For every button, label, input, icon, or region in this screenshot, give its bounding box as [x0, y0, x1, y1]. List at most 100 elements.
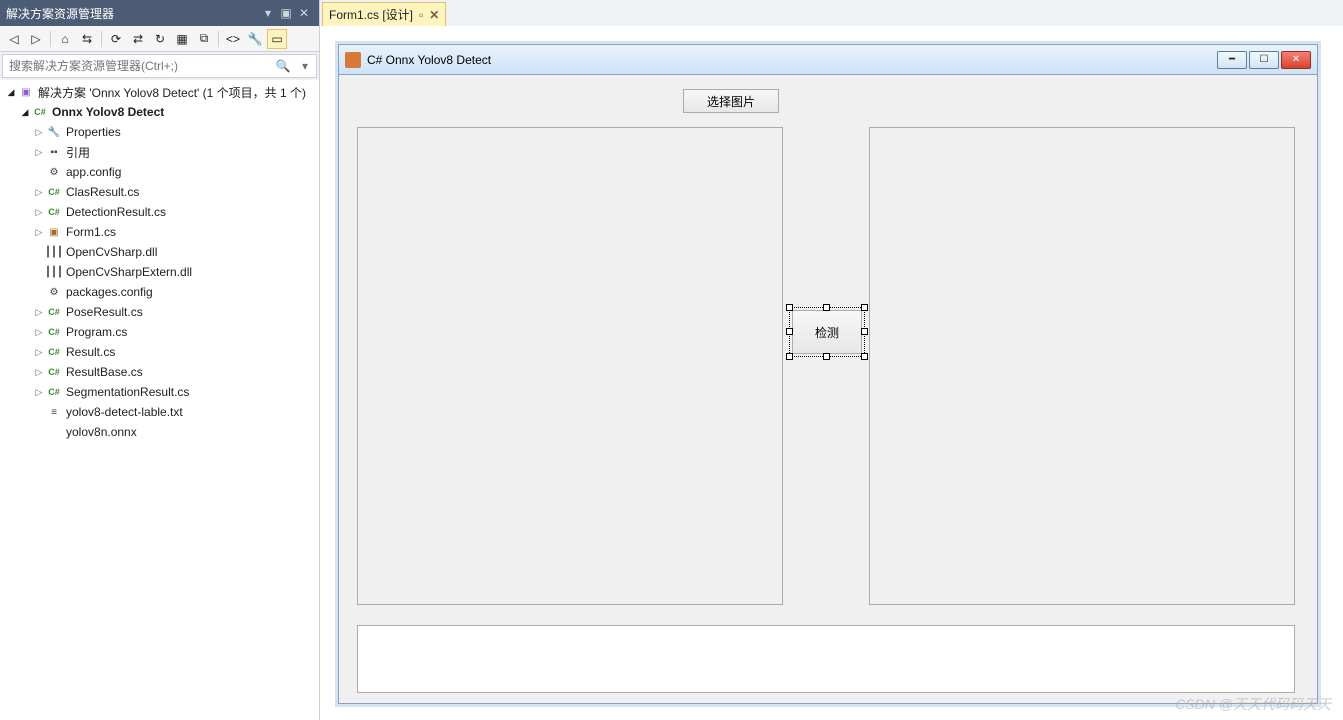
panel-menu-icon[interactable]: ▾	[259, 4, 277, 22]
picturebox-right[interactable]	[869, 127, 1295, 605]
references-icon: ▪▪	[46, 144, 62, 160]
properties-node[interactable]: 🔧 Properties	[0, 122, 319, 142]
node-label: yolov8n.onnx	[66, 425, 137, 439]
expand-icon	[32, 165, 46, 179]
references-node[interactable]: ▪▪ 引用	[0, 142, 319, 162]
solution-node[interactable]: ▣ 解决方案 'Onnx Yolov8 Detect' (1 个项目，共 1 个…	[0, 82, 319, 102]
document-tabstrip: Form1.cs [设计] ▫ ✕	[320, 0, 1343, 26]
opencvsharp-node[interactable]: ┃┃┃ OpenCvSharp.dll	[0, 242, 319, 262]
detectionresult-node[interactable]: C# DetectionResult.cs	[0, 202, 319, 222]
resize-handle[interactable]	[786, 328, 793, 335]
node-label: Properties	[66, 125, 121, 139]
detect-button[interactable]: 检测	[792, 310, 862, 354]
collapse-icon[interactable]: ⇄	[128, 29, 148, 49]
designer-surface[interactable]: C# Onnx Yolov8 Detect ━ ☐ ✕ 选择图片 检测	[320, 26, 1343, 720]
tab-form1-design[interactable]: Form1.cs [设计] ▫ ✕	[322, 2, 446, 26]
expand-icon[interactable]	[32, 125, 46, 139]
forward-icon[interactable]: ▷	[26, 29, 46, 49]
poseresult-node[interactable]: C# PoseResult.cs	[0, 302, 319, 322]
node-label: ResultBase.cs	[66, 365, 143, 379]
segmentationresult-node[interactable]: C# SegmentationResult.cs	[0, 382, 319, 402]
packagesconfig-node[interactable]: ⚙ packages.config	[0, 282, 319, 302]
node-label: DetectionResult.cs	[66, 205, 166, 219]
program-node[interactable]: C# Program.cs	[0, 322, 319, 342]
home-icon[interactable]: ⌂	[55, 29, 75, 49]
close-panel-icon[interactable]: ✕	[295, 4, 313, 22]
resize-handle[interactable]	[786, 353, 793, 360]
minimize-button[interactable]: ━	[1217, 51, 1247, 69]
node-label: PoseResult.cs	[66, 305, 143, 319]
expand-icon[interactable]	[32, 185, 46, 199]
csharp-icon: C#	[46, 384, 62, 400]
back-icon[interactable]: ◁	[4, 29, 24, 49]
resize-handle[interactable]	[861, 328, 868, 335]
show-all-icon[interactable]: ▦	[172, 29, 192, 49]
expand-icon[interactable]	[32, 325, 46, 339]
pin-icon[interactable]: ▣	[277, 4, 295, 22]
code-icon[interactable]: <>	[223, 29, 243, 49]
config-icon: ⚙	[46, 284, 62, 300]
panel-title: 解决方案资源管理器	[6, 5, 259, 22]
expand-icon[interactable]	[18, 105, 32, 119]
form-title: C# Onnx Yolov8 Detect	[367, 53, 1217, 67]
separator	[101, 31, 102, 47]
maximize-button[interactable]: ☐	[1249, 51, 1279, 69]
solution-tree: ▣ 解决方案 'Onnx Yolov8 Detect' (1 个项目，共 1 个…	[0, 80, 319, 720]
form-body[interactable]: 选择图片 检测	[339, 75, 1317, 703]
node-label: ClasResult.cs	[66, 185, 139, 199]
output-textbox[interactable]	[357, 625, 1295, 693]
expand-icon[interactable]	[32, 385, 46, 399]
view-icon[interactable]: ▭	[267, 29, 287, 49]
pin-icon[interactable]: ▫	[419, 8, 423, 22]
close-button[interactable]: ✕	[1281, 51, 1311, 69]
node-label: packages.config	[66, 285, 153, 299]
resize-handle[interactable]	[861, 353, 868, 360]
search-input[interactable]	[3, 59, 272, 73]
onnx-node[interactable]: yolov8n.onnx	[0, 422, 319, 442]
expand-icon[interactable]	[32, 305, 46, 319]
node-label: Result.cs	[66, 345, 115, 359]
opencvsharpextern-node[interactable]: ┃┃┃ OpenCvSharpExtern.dll	[0, 262, 319, 282]
labeltxt-node[interactable]: ≡ yolov8-detect-lable.txt	[0, 402, 319, 422]
separator	[50, 31, 51, 47]
form-icon	[345, 52, 361, 68]
node-label: Form1.cs	[66, 225, 116, 239]
search-dropdown-icon[interactable]: ▾	[294, 59, 316, 73]
resize-handle[interactable]	[823, 304, 830, 311]
tab-label: Form1.cs [设计]	[329, 6, 413, 23]
properties-icon[interactable]: 🔧	[245, 29, 265, 49]
resize-handle[interactable]	[861, 304, 868, 311]
solution-toolbar: ◁ ▷ ⌂ ⇆ ⟳ ⇄ ↻ ▦ ⧉ <> 🔧 ▭	[0, 26, 319, 52]
node-label: SegmentationResult.cs	[66, 385, 189, 399]
form-window[interactable]: C# Onnx Yolov8 Detect ━ ☐ ✕ 选择图片 检测	[338, 44, 1318, 704]
project-node[interactable]: C# Onnx Yolov8 Detect	[0, 102, 319, 122]
clasresult-node[interactable]: C# ClasResult.cs	[0, 182, 319, 202]
expand-icon[interactable]	[32, 145, 46, 159]
csharp-icon: C#	[46, 184, 62, 200]
resize-handle[interactable]	[786, 304, 793, 311]
expand-icon[interactable]	[32, 345, 46, 359]
form-titlebar: C# Onnx Yolov8 Detect ━ ☐ ✕	[339, 45, 1317, 75]
expand-icon	[32, 245, 46, 259]
search-box[interactable]: 🔍 ▾	[2, 54, 317, 78]
expand-icon[interactable]	[32, 365, 46, 379]
expand-icon[interactable]	[4, 85, 18, 99]
sync-icon[interactable]: ⇆	[77, 29, 97, 49]
node-label: 引用	[66, 144, 90, 161]
expand-icon[interactable]	[32, 225, 46, 239]
preview-icon[interactable]: ⧉	[194, 29, 214, 49]
expand-icon[interactable]	[32, 205, 46, 219]
sync-active-icon[interactable]: ↻	[150, 29, 170, 49]
result-node[interactable]: C# Result.cs	[0, 342, 319, 362]
select-image-button[interactable]: 选择图片	[683, 89, 779, 113]
refresh-icon[interactable]: ⟳	[106, 29, 126, 49]
search-icon[interactable]: 🔍	[272, 59, 294, 73]
csharp-icon: C#	[46, 324, 62, 340]
form1-node[interactable]: ▣ Form1.cs	[0, 222, 319, 242]
close-icon[interactable]: ✕	[429, 8, 439, 22]
picturebox-left[interactable]	[357, 127, 783, 605]
appconfig-node[interactable]: ⚙ app.config	[0, 162, 319, 182]
file-icon	[46, 424, 62, 440]
resize-handle[interactable]	[823, 353, 830, 360]
resultbase-node[interactable]: C# ResultBase.cs	[0, 362, 319, 382]
